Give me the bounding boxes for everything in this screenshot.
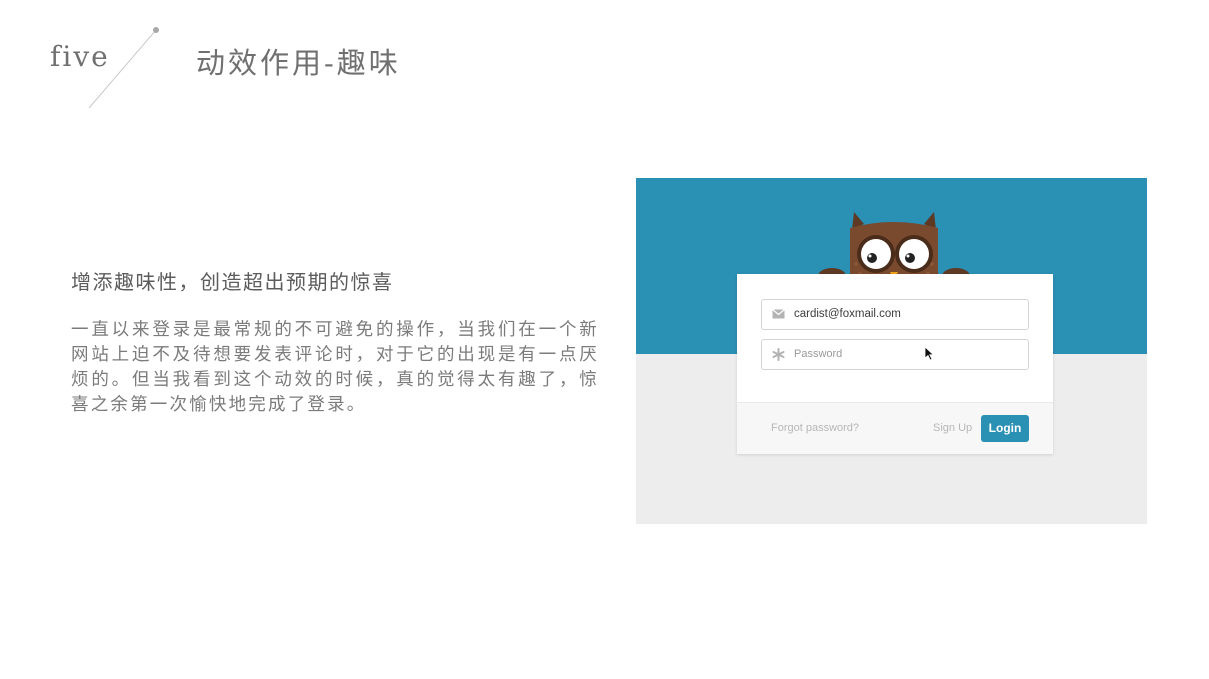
login-button[interactable]: Login [981,415,1029,442]
password-placeholder: Password [794,348,843,360]
login-card-footer: Forgot password? Sign Up Login [737,402,1053,454]
sign-up-link[interactable]: Sign Up [933,422,972,434]
slide-title: 动效作用-趣味 [196,46,401,80]
email-value: cardist@foxmail.com [794,308,901,320]
forgot-password-link[interactable]: Forgot password? [771,422,859,434]
asterisk-icon [772,348,785,361]
login-card: cardist@foxmail.com Password Forgot pass… [737,274,1053,454]
password-field[interactable]: Password [761,339,1029,370]
email-field[interactable]: cardist@foxmail.com [761,299,1029,330]
owl-mascot-icon [818,212,970,286]
diagonal-divider [88,27,159,109]
envelope-icon [772,309,785,319]
body-paragraph: 一直以来登录是最常规的不可避免的操作，当我们在一个新网站上迫不及待想要发表评论时… [71,320,599,415]
login-demo-screenshot: cardist@foxmail.com Password Forgot pass… [636,178,1147,524]
subheading: 增添趣味性，创造超出预期的惊喜 [71,270,394,294]
mouse-cursor-icon [924,346,935,361]
